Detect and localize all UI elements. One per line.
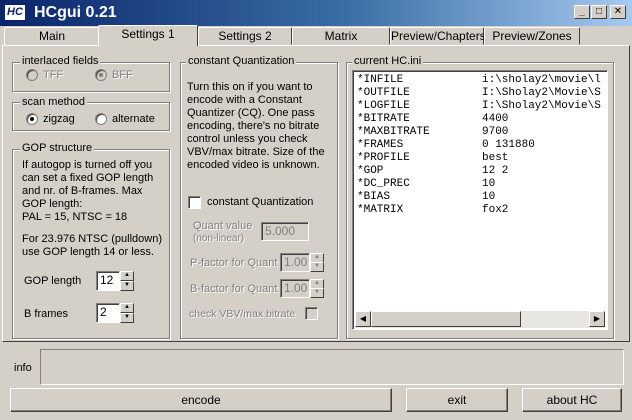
horizontal-scrollbar[interactable]: ◀ ▶ <box>355 311 605 328</box>
scroll-thumb[interactable] <box>371 311 521 327</box>
ini-key: *FRAMES <box>357 139 404 151</box>
p-factor-label: P-factor for Quant <box>190 257 278 269</box>
maximize-button[interactable]: □ <box>591 5 607 19</box>
tab-matrix[interactable]: Matrix <box>292 27 390 45</box>
ini-value: i:\sholay2\movie\l <box>482 74 601 86</box>
tff-radio[interactable] <box>26 69 38 81</box>
ini-key: *OUTFILE <box>357 87 410 99</box>
spin-up-icon[interactable]: ▲ <box>120 303 134 313</box>
gop-structure-title: GOP structure <box>20 142 95 154</box>
cq-desc-line: encode with a Constant <box>187 94 302 106</box>
tab-preview-zones[interactable]: Preview/Zones <box>484 27 580 45</box>
constant-quantization-label: constant Quantization <box>207 196 314 208</box>
ntsc-note-line: For 23.976 NTSC (pulldown) <box>22 233 163 245</box>
exit-button[interactable]: exit <box>406 388 508 412</box>
tab-settings-2[interactable]: Settings 2 <box>198 27 292 45</box>
ini-key: *LOGFILE <box>357 100 410 112</box>
title-bar[interactable]: HC HCgui 0.21 _ □ ✕ <box>0 0 632 26</box>
ini-key: *BIAS <box>357 191 391 203</box>
app-icon: HC <box>4 4 26 21</box>
close-button[interactable]: ✕ <box>610 5 626 19</box>
cq-desc-line: Turn this on if you want to <box>187 81 313 93</box>
cq-desc-line: control unless you check <box>187 133 308 145</box>
zigzag-label: zigzag <box>43 113 75 125</box>
check-vbv-checkbox[interactable] <box>305 307 318 320</box>
tff-label: TFF <box>43 69 64 81</box>
b-factor-label: B-factor for Quant <box>190 283 278 295</box>
b-frames-input[interactable]: 2 <box>96 303 120 323</box>
bff-label: BFF <box>112 69 133 81</box>
tab-settings-1[interactable]: Settings 1 <box>98 25 198 46</box>
alternate-radio[interactable] <box>95 113 107 125</box>
quant-value-input[interactable]: 5.000 <box>261 222 309 241</box>
encode-button[interactable]: encode <box>10 388 392 412</box>
ini-key: *PROFILE <box>357 152 410 164</box>
ini-value: best <box>482 152 509 164</box>
scroll-right-icon[interactable]: ▶ <box>589 311 605 327</box>
ini-value: 9700 <box>482 126 509 138</box>
cq-desc-line: VBV/max bitrate. Size of the <box>187 146 325 158</box>
ini-key: *MAXBITRATE <box>357 126 430 138</box>
about-hc-button[interactable]: about HC <box>522 388 622 412</box>
check-vbv-label: check VBV/max bitrate <box>189 308 296 320</box>
spin-down-icon[interactable]: ▼ <box>120 313 134 323</box>
spin-down-icon[interactable]: ▼ <box>310 262 324 272</box>
p-factor-spinner[interactable]: ▲ ▼ <box>310 253 324 272</box>
scan-method-title: scan method <box>20 96 87 108</box>
cq-desc-line: encoding, there's no bitrate <box>187 120 320 132</box>
quant-value-sublabel: (non-linear) <box>193 233 245 244</box>
gop-length-spinner[interactable]: ▲ ▼ <box>120 271 134 291</box>
ini-key: *MATRIX <box>357 204 404 216</box>
ini-key: *BITRATE <box>357 113 410 125</box>
window-title: HCgui 0.21 <box>34 4 117 21</box>
spin-up-icon[interactable]: ▲ <box>120 271 134 281</box>
ini-value: 4400 <box>482 113 509 125</box>
tab-preview-chapters[interactable]: Preview/Chapters <box>390 27 486 45</box>
spin-down-icon[interactable]: ▼ <box>310 288 324 298</box>
ini-value: I:\Sholay2\Movie\S <box>482 100 601 112</box>
p-factor-input[interactable]: 1.00 <box>280 253 310 272</box>
tab-main[interactable]: Main <box>4 27 100 45</box>
spin-down-icon[interactable]: ▼ <box>120 281 134 291</box>
info-label: info <box>14 362 32 374</box>
gop-desc-line: can set a fixed GOP length <box>22 172 154 184</box>
ini-key: *INFILE <box>357 74 404 86</box>
ini-key: *GOP <box>357 165 384 177</box>
cq-desc-line: Quantizer (CQ). One pass <box>187 107 315 119</box>
gop-desc-line: and nr. of B-frames. Max <box>22 185 143 197</box>
alternate-label: alternate <box>112 113 155 125</box>
ini-value: 10 <box>482 178 496 190</box>
b-factor-input[interactable]: 1.00 <box>280 279 310 298</box>
b-frames-label: B frames <box>24 308 69 320</box>
ini-value: 0 131880 <box>482 139 535 151</box>
ini-listing[interactable]: *INFILE i:\sholay2\movie\l *OUTFILE I:\Sho… <box>352 70 608 330</box>
ini-value: 10 <box>482 191 496 203</box>
gop-length-input[interactable]: 12 <box>96 271 120 291</box>
b-factor-spinner[interactable]: ▲ ▼ <box>310 279 324 298</box>
info-box <box>40 349 624 385</box>
ntsc-note-line: use GOP length 14 or less. <box>22 246 154 258</box>
scroll-left-icon[interactable]: ◀ <box>355 311 371 327</box>
interlaced-fields-title: interlaced fields <box>20 55 101 67</box>
zigzag-radio[interactable] <box>26 113 38 125</box>
constant-quantization-checkbox[interactable] <box>188 196 201 209</box>
cq-desc-line: encoded video is unknown. <box>187 159 320 171</box>
constant-quantization-title: constant Quantization <box>186 55 297 67</box>
gop-desc-line: If autogop is turned off you <box>22 159 153 171</box>
gop-desc-line: PAL = 15, NTSC = 18 <box>22 211 128 223</box>
gop-desc-line: GOP length: <box>22 198 83 210</box>
gop-length-label: GOP length <box>24 275 82 287</box>
b-frames-spinner[interactable]: ▲ ▼ <box>120 303 134 323</box>
minimize-button[interactable]: _ <box>574 5 590 19</box>
ini-value: fox2 <box>482 204 509 216</box>
current-ini-title: current HC.ini <box>352 55 424 67</box>
ini-value: 12 2 <box>482 165 509 177</box>
ini-key: *DC_PREC <box>357 178 410 190</box>
bff-radio[interactable] <box>95 69 107 81</box>
ini-value: I:\Sholay2\Movie\S <box>482 87 601 99</box>
